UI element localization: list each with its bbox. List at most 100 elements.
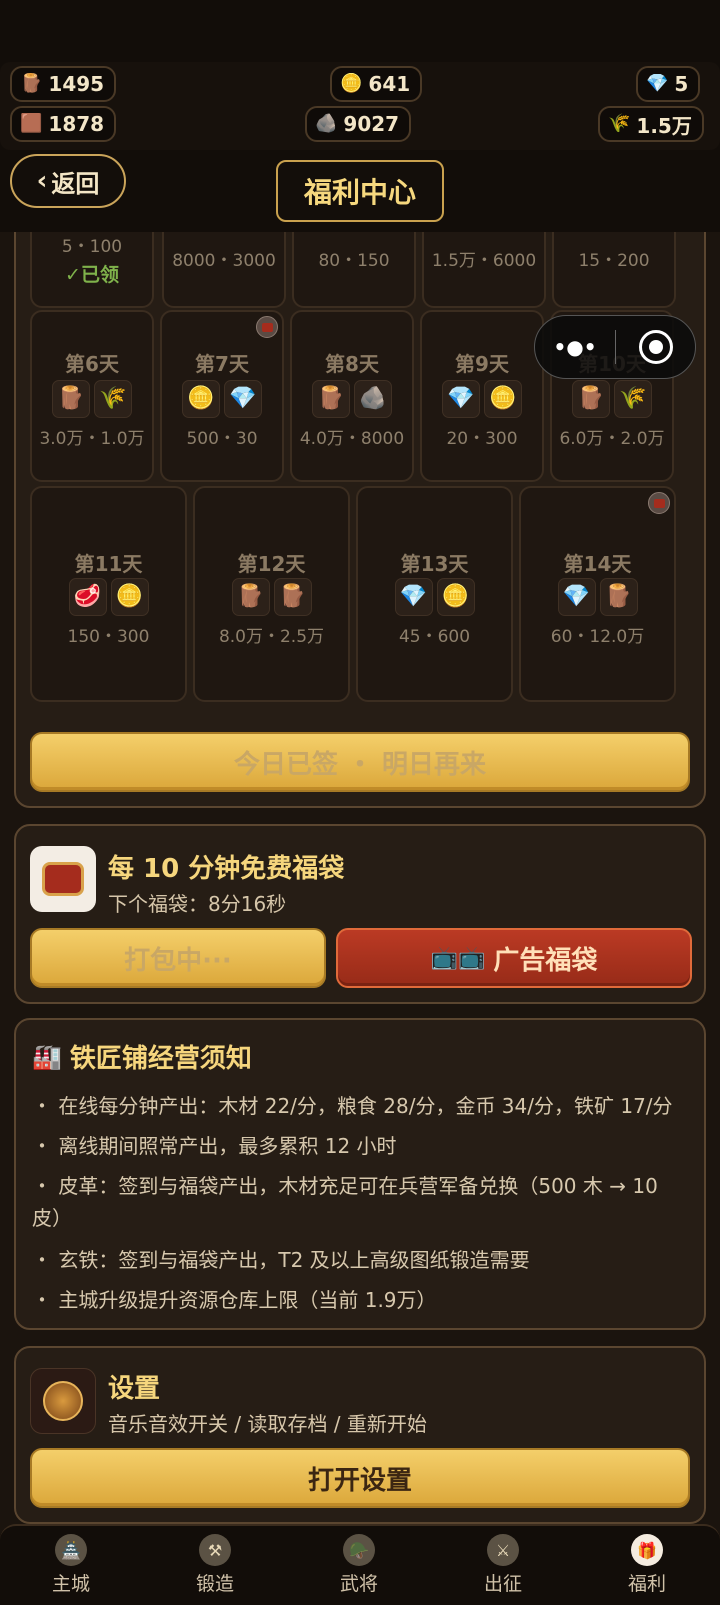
tab-label: 出征 xyxy=(483,1573,522,1595)
app-root: 5・100 ✓已领 8000・3000 80・150 1.5万・6000 15・200… xyxy=(0,0,720,1605)
reward-icons: 🪵 🌾 xyxy=(552,380,672,418)
tab-gift[interactable]: 🎁 福利 xyxy=(597,1534,697,1596)
tv-icon: 📺📺 xyxy=(430,945,486,971)
close-miniprogram-icon[interactable] xyxy=(617,316,695,378)
bonus-chest-icon xyxy=(648,492,670,514)
general-icon: 🪖 xyxy=(343,1534,375,1566)
blacksmith-notice-card: 🏭 铁匠铺经营须知 ・ 在线每分钟产出：木材 22/分，粮食 28/分，金币 3… xyxy=(14,1018,706,1330)
resource-value: 5 xyxy=(674,72,689,96)
tab-label: 主城 xyxy=(51,1573,90,1595)
packing-button[interactable]: 打包中··· xyxy=(30,928,326,988)
checkin-card: 5・100 ✓已领 8000・3000 80・150 1.5万・6000 15・200… xyxy=(14,200,706,808)
notice-line: ・ 离线期间照常产出，最多累积 12 小时 xyxy=(32,1134,397,1158)
bonus-chest-icon xyxy=(256,316,278,338)
settings-subtitle: 音乐音效开关 / 读取存档 / 重新开始 xyxy=(108,1412,427,1436)
day-amount: 150・300 xyxy=(67,627,150,647)
iron-ore-icon: 🪨 xyxy=(315,113,338,134)
crossed-swords-icon: ⚔ xyxy=(487,1534,519,1566)
reward-item-icon: 🪵 xyxy=(52,380,90,418)
notice-title: 铁匠铺经营须知 xyxy=(69,1044,252,1074)
day-cell[interactable]: 第8天 🪵 🪨 4.0万・8000 xyxy=(290,310,414,482)
reward-item-icon: 💎 xyxy=(224,380,262,418)
reward-item-icon: 🪵 xyxy=(312,380,350,418)
notice-line: ・ 玄铁：签到与福袋产出，T2 及以上高级图纸锻造需要 xyxy=(32,1248,530,1272)
day-title: 第9天 xyxy=(455,352,509,376)
signed-today-button[interactable]: 今日已签 ・ 明日再来 xyxy=(30,732,690,792)
day-amount: 8000・3000 xyxy=(172,251,276,271)
day-title: 第8天 xyxy=(325,352,379,376)
back-button[interactable]: ‹ 返回 xyxy=(10,154,126,208)
welfare-scroll-area[interactable]: 5・100 ✓已领 8000・3000 80・150 1.5万・6000 15・200… xyxy=(0,0,720,1605)
reward-item-icon: 🪵 xyxy=(572,380,610,418)
resource-value: 1.5万 xyxy=(636,113,692,138)
resource-chip: 🟫 1878 xyxy=(10,106,117,142)
day-cell[interactable]: 第14天 💎 🪵 60・12.0万 xyxy=(519,486,676,702)
day-amount: 4.0万・8000 xyxy=(299,429,405,449)
open-settings-label: 打开设置 xyxy=(307,1465,412,1496)
reward-item-icon: 🥩 xyxy=(68,578,107,616)
reward-item-icon: 🪵 xyxy=(273,578,312,616)
factory-icon: 🏭 xyxy=(32,1042,62,1071)
reward-item-icon: 💎 xyxy=(394,578,433,616)
reward-item-icon: 💎 xyxy=(557,578,596,616)
back-arrow-icon: ‹ xyxy=(36,166,48,196)
day-amount: 45・600 xyxy=(398,627,471,647)
reward-icons: 💎 🪵 xyxy=(521,578,674,616)
lucky-bag-chest-icon xyxy=(30,846,96,912)
settings-emblem-icon xyxy=(30,1368,96,1434)
reward-icons: 💎 🪙 xyxy=(422,380,542,418)
day-cell[interactable]: 第12天 🪵 🪵 8.0万・2.5万 xyxy=(193,486,350,702)
settings-card: 设置 音乐音效开关 / 读取存档 / 重新开始 打开设置 xyxy=(14,1346,706,1524)
day-cell[interactable]: 第7天 🪙 💎 500・30 xyxy=(160,310,284,482)
castle-icon: 🏯 xyxy=(55,1534,87,1566)
top-header: 🪵 1495 🪙 641 💎 5 🟫 1878 🪨 9027 🌾 1.5万 ‹ 返回 福利中心 xyxy=(0,0,720,232)
day-title: 第12天 xyxy=(237,552,306,576)
ad-lucky-bag-button[interactable]: 📺📺 广告福袋 xyxy=(336,928,692,988)
tab-label: 锻造 xyxy=(195,1573,234,1595)
signed-today-label: 今日已签 ・ 明日再来 xyxy=(233,749,487,780)
lucky-bag-card: 每 10 分钟免费福袋 下个福袋：8分16秒 打包中··· 📺📺 广告福袋 xyxy=(14,824,706,1004)
reward-item-icon: 🪵 xyxy=(599,578,638,616)
more-options-icon[interactable]: •●• xyxy=(535,316,615,378)
reward-icons: 🪵 🪵 xyxy=(195,578,348,616)
resource-chip: 🪵 1495 xyxy=(10,66,117,102)
day-title: 第13天 xyxy=(400,552,469,576)
notice-line: 皮） xyxy=(32,1206,72,1230)
notice-header: 🏭 铁匠铺经营须知 xyxy=(32,1038,252,1075)
day-cell[interactable]: 第11天 🥩 🪙 150・300 xyxy=(30,486,187,702)
reward-item-icon: 🪙 xyxy=(110,578,149,616)
resource-value: 1495 xyxy=(48,72,105,96)
day-title: 第14天 xyxy=(563,552,632,576)
day-amount: 60・12.0万 xyxy=(550,627,645,647)
reward-item-icon: 🌾 xyxy=(614,380,652,418)
reward-icons: 🪵 🌾 xyxy=(32,380,152,418)
day-amount: 8.0万・2.5万 xyxy=(218,627,325,647)
day-cell[interactable]: 第9天 💎 🪙 20・300 xyxy=(420,310,544,482)
day-amount: 3.0万・1.0万 xyxy=(39,429,145,449)
tab-castle[interactable]: 🏯 主城 xyxy=(21,1534,121,1596)
back-label: 返回 xyxy=(51,169,100,198)
day-amount: 20・300 xyxy=(446,429,518,449)
resource-chip: 💎 5 xyxy=(636,66,701,102)
packing-label: 打包中··· xyxy=(124,945,232,976)
lucky-bag-title: 每 10 分钟免费福袋 xyxy=(108,854,345,884)
tab-anvil[interactable]: ⚒ 锻造 xyxy=(165,1534,265,1596)
reward-item-icon: 🪙 xyxy=(436,578,475,616)
claimed-status: ✓已领 xyxy=(65,264,119,286)
bottom-tab-bar: 🏯 主城 ⚒ 锻造 🪖 武将 ⚔ 出征 🎁 福利 xyxy=(0,1524,720,1605)
wood-icon: 🪵 xyxy=(20,73,43,94)
day-cell[interactable]: 第6天 🪵 🌾 3.0万・1.0万 xyxy=(30,310,154,482)
open-settings-button[interactable]: 打开设置 xyxy=(30,1448,690,1508)
day-cell[interactable]: 第13天 💎 🪙 45・600 xyxy=(356,486,513,702)
tab-label: 武将 xyxy=(339,1573,378,1595)
tab-crossed-swords[interactable]: ⚔ 出征 xyxy=(453,1534,553,1596)
day-title: 第11天 xyxy=(74,552,143,576)
day-title: 第6天 xyxy=(65,352,119,376)
miniprogram-capsule: •●• xyxy=(534,315,696,379)
notice-line: ・ 在线每分钟产出：木材 22/分，粮食 28/分，金币 34/分，铁矿 17/… xyxy=(32,1094,673,1118)
notice-line: ・ 皮革：签到与福袋产出，木材充足可在兵营军备兑换（500 木 → 10 xyxy=(32,1174,658,1198)
tab-general[interactable]: 🪖 武将 xyxy=(309,1534,409,1596)
resource-chip: 🌾 1.5万 xyxy=(598,106,704,142)
reward-icons: 🪙 💎 xyxy=(162,380,282,418)
day-amount: 15・200 xyxy=(578,251,650,271)
